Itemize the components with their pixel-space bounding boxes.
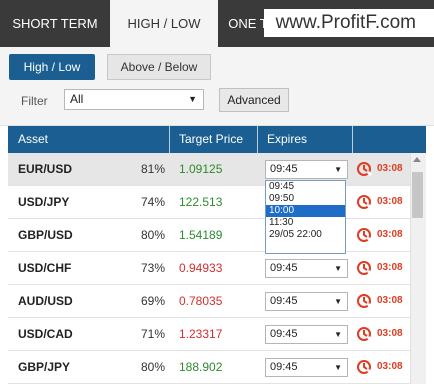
table-header: Asset Target Price Expires: [8, 126, 426, 153]
above-below-button[interactable]: Above / Below: [107, 54, 211, 80]
target-price: 0.94933: [179, 261, 223, 275]
expiry-select[interactable]: 09:45 ▼: [265, 358, 348, 377]
expiry-option[interactable]: 09:45: [266, 181, 345, 193]
top-tab-bar: SHORT TERM HIGH / LOW ONE T www.ProfitF.…: [0, 0, 434, 47]
target-price: 1.09125: [179, 162, 223, 176]
countdown: 03:08: [377, 163, 403, 174]
target-price: 188.902: [179, 360, 223, 374]
table-row[interactable]: AUD/USD 69% 0.78035 09:45 ▼ 03:08: [8, 285, 410, 318]
table-row[interactable]: GBP/JPY 80% 188.902 09:45 ▼ 03:08: [8, 351, 410, 384]
high-low-button[interactable]: High / Low: [9, 54, 95, 80]
asset-name: USD/CHF: [18, 261, 72, 275]
expiry-select[interactable]: 09:45 ▼: [265, 325, 348, 344]
chevron-down-icon: ▼: [334, 165, 342, 174]
watermark: www.ProfitF.com: [264, 9, 434, 37]
expiry-option[interactable]: 10:00: [266, 205, 345, 217]
payout-percent: 69%: [140, 294, 165, 308]
scrollbar-thumb[interactable]: [412, 172, 423, 218]
chevron-down-icon: ▼: [188, 94, 197, 104]
advanced-button[interactable]: Advanced: [219, 88, 289, 112]
expiry-option[interactable]: 29/05 22:00: [266, 229, 345, 241]
table-row[interactable]: GBP/USD 80% 1.54189 03:08: [8, 219, 410, 252]
table-row[interactable]: EUR/USD 81% 1.09125 09:45 ▼ 03:08: [8, 153, 410, 186]
timer-icon: [357, 195, 372, 210]
payout-percent: 74%: [140, 195, 165, 209]
target-price: 1.54189: [179, 228, 223, 242]
chevron-down-icon: ▼: [334, 264, 342, 273]
column-header-expires: Expires: [267, 132, 308, 146]
chevron-down-icon: ▼: [334, 363, 342, 372]
countdown: 03:08: [377, 295, 403, 306]
table-row[interactable]: USD/CAD 71% 1.23317 09:45 ▼ 03:08: [8, 318, 410, 351]
column-divider: [257, 126, 258, 153]
scroll-up-arrow-icon[interactable]: [413, 157, 421, 162]
payout-percent: 71%: [140, 327, 165, 341]
asset-name: GBP/JPY: [18, 360, 71, 374]
asset-name: EUR/USD: [18, 162, 73, 176]
timer-icon: [357, 261, 372, 276]
expiry-option[interactable]: 11:30: [266, 217, 345, 229]
countdown: 03:08: [377, 328, 403, 339]
asset-name: USD/CAD: [18, 327, 73, 341]
timer-icon: [357, 228, 372, 243]
filter-select[interactable]: All ▼: [64, 89, 204, 110]
table-row[interactable]: USD/JPY 74% 122.513 03:08: [8, 186, 410, 219]
target-price: 1.23317: [179, 327, 223, 341]
asset-name: AUD/USD: [18, 294, 73, 308]
column-divider: [169, 126, 170, 153]
column-header-asset: Asset: [18, 132, 49, 146]
payout-percent: 81%: [140, 162, 165, 176]
countdown: 03:08: [377, 229, 403, 240]
target-price: 0.78035: [179, 294, 223, 308]
filter-panel: High / Low Above / Below Filter All ▼ Ad…: [0, 47, 434, 126]
target-price: 122.513: [179, 195, 223, 209]
payout-percent: 80%: [140, 360, 165, 374]
timer-icon: [357, 162, 372, 177]
expiry-value: 09:45: [270, 295, 298, 307]
asset-name: USD/JPY: [18, 195, 70, 209]
filter-select-value: All: [70, 92, 84, 106]
filter-label: Filter: [21, 94, 48, 108]
asset-name: GBP/USD: [18, 228, 73, 242]
timer-icon: [357, 327, 372, 342]
countdown: 03:08: [377, 262, 403, 273]
timer-icon: [357, 294, 372, 309]
expiry-value: 09:45: [270, 328, 298, 340]
tab-short-term[interactable]: SHORT TERM: [0, 0, 110, 47]
table-row[interactable]: USD/CHF 73% 0.94933 09:45 ▼ 03:08: [8, 252, 410, 285]
expiry-value: 09:45: [270, 262, 298, 274]
timer-icon: [357, 360, 372, 375]
tab-high-low[interactable]: HIGH / LOW: [110, 0, 218, 47]
countdown: 03:08: [377, 361, 403, 372]
chevron-down-icon: ▼: [334, 330, 342, 339]
expiry-select[interactable]: 09:45 ▼: [265, 160, 348, 179]
chevron-down-icon: ▼: [334, 297, 342, 306]
expiry-option[interactable]: 09:50: [266, 193, 345, 205]
expiry-dropdown-list: 09:45 09:50 10:00 11:30 29/05 22:00: [265, 180, 346, 254]
expiry-value: 09:45: [270, 361, 298, 373]
expiry-select[interactable]: 09:45 ▼: [265, 292, 348, 311]
payout-percent: 73%: [140, 261, 165, 275]
column-divider: [352, 126, 353, 153]
payout-percent: 80%: [140, 228, 165, 242]
column-header-target-price: Target Price: [179, 132, 244, 146]
expiry-value: 09:45: [270, 163, 298, 175]
expiry-select[interactable]: 09:45 ▼: [265, 259, 348, 278]
countdown: 03:08: [377, 196, 403, 207]
